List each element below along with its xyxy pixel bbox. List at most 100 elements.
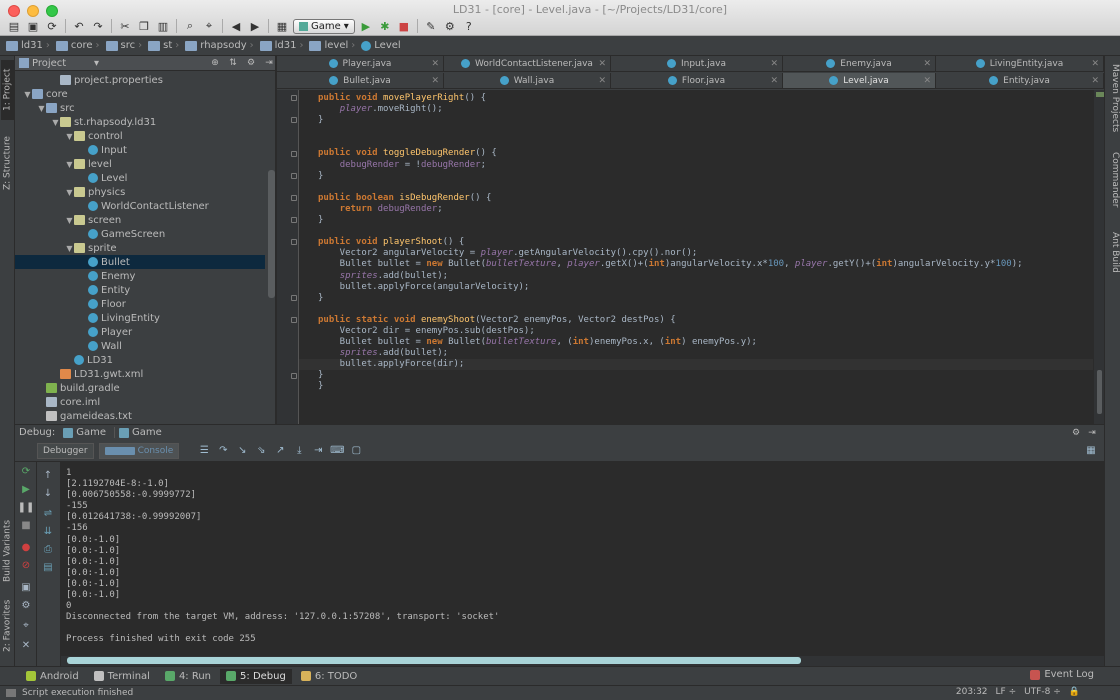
breadcrumb-item[interactable]: rhapsody › — [183, 40, 255, 51]
scroll-to-end-icon[interactable]: ⇊ — [41, 524, 55, 538]
tree-item[interactable]: ▼ src — [15, 101, 265, 115]
lock-icon[interactable]: 🔒 — [1069, 687, 1080, 697]
stop-icon[interactable]: ■ — [19, 518, 33, 532]
close-icon[interactable]: ✕ — [1091, 59, 1099, 69]
close-icon[interactable]: ✕ — [770, 59, 778, 69]
tree-item[interactable]: LD31.gwt.xml — [15, 367, 265, 381]
sync-icon[interactable]: ⟳ — [44, 18, 60, 34]
side-tab-commander[interactable]: Commander — [1107, 152, 1120, 212]
fold-marker-icon[interactable] — [291, 217, 297, 224]
stop-icon[interactable]: ■ — [396, 18, 412, 34]
tree-item[interactable]: WorldContactListener — [15, 199, 265, 213]
side-tab-maven[interactable]: Maven Projects — [1107, 64, 1120, 134]
editor-tab[interactable]: Entity.java ✕ — [936, 73, 1104, 89]
forward-icon[interactable]: ▶ — [247, 18, 263, 34]
tree-scrollbar[interactable] — [268, 170, 275, 298]
breadcrumb-item[interactable]: core › — [54, 40, 102, 51]
editor-tab[interactable]: LivingEntity.java ✕ — [936, 56, 1104, 72]
tree-item[interactable]: GameScreen — [15, 227, 265, 241]
breadcrumb-item[interactable]: ld31 › — [4, 40, 52, 51]
side-tab-ant-build[interactable]: Ant Build — [1107, 232, 1120, 282]
force-step-into-icon[interactable]: ⇘ — [254, 444, 268, 458]
run-icon[interactable]: ▶ — [358, 18, 374, 34]
editor-tab[interactable]: Level.java ✕ — [783, 73, 936, 89]
restore-layout-icon[interactable]: ▦ — [1084, 444, 1098, 458]
fold-marker-icon[interactable] — [291, 239, 297, 246]
tree-item[interactable]: ▼ sprite — [15, 241, 265, 255]
down-arrow-icon[interactable]: ↓ — [41, 486, 55, 500]
tree-item[interactable]: project.properties — [15, 73, 265, 87]
clear-all-icon[interactable]: ▤ — [41, 560, 55, 574]
tree-item[interactable]: Enemy — [15, 269, 265, 283]
tab-console[interactable]: Console — [98, 442, 180, 459]
step-into-icon[interactable]: ↘ — [235, 444, 249, 458]
close-icon[interactable]: ✕ — [598, 76, 606, 86]
tree-item[interactable]: Bullet — [15, 255, 265, 269]
watches-icon[interactable]: ▢ — [349, 444, 363, 458]
expand-arrow-icon[interactable]: ▼ — [51, 118, 60, 127]
fold-marker-icon[interactable] — [291, 117, 297, 124]
soft-wrap-icon[interactable]: ⇌ — [41, 506, 55, 520]
get-thread-dump-icon[interactable]: ▣ — [19, 580, 33, 594]
debug-session-tab[interactable]: Game — [114, 427, 166, 438]
paste-icon[interactable]: ▥ — [155, 18, 171, 34]
project-view-select[interactable]: Project ▾ — [19, 58, 99, 69]
console-scrollbar[interactable] — [61, 656, 1104, 666]
tree-item[interactable]: Entity — [15, 283, 265, 297]
close-icon[interactable]: ✕ — [598, 59, 606, 69]
tree-item[interactable]: core.iml — [15, 395, 265, 409]
tree-item[interactable]: Level — [15, 171, 265, 185]
back-icon[interactable]: ◀ — [228, 18, 244, 34]
sdk-icon[interactable]: ⚙ — [442, 18, 458, 34]
up-arrow-icon[interactable]: ↑ — [41, 468, 55, 482]
undo-icon[interactable]: ↶ — [71, 18, 87, 34]
copy-icon[interactable]: ❐ — [136, 18, 152, 34]
side-tab-project[interactable]: 1: Project — [1, 60, 14, 120]
editor-tab[interactable]: Wall.java ✕ — [444, 73, 611, 89]
hide-panel-icon[interactable]: ⇥ — [263, 57, 275, 69]
expand-arrow-icon[interactable]: ▼ — [65, 160, 74, 169]
fold-marker-icon[interactable] — [291, 194, 297, 201]
open-icon[interactable]: ▤ — [6, 18, 22, 34]
fold-marker-icon[interactable] — [291, 294, 297, 301]
debug-icon[interactable]: ✱ — [377, 18, 393, 34]
pin-icon[interactable]: ⌖ — [19, 618, 33, 632]
breadcrumb-item[interactable]: src › — [104, 40, 145, 51]
evaluate-icon[interactable]: ⌨ — [330, 444, 344, 458]
replace-icon[interactable]: ⌖ — [201, 18, 217, 34]
close-icon[interactable]: ✕ — [431, 59, 439, 69]
side-tab-structure[interactable]: Z: Structure — [1, 128, 14, 198]
gear-icon[interactable]: ⚙ — [245, 57, 257, 69]
side-tab-favorites[interactable]: 2: Favorites — [1, 596, 14, 656]
fold-marker-icon[interactable] — [291, 150, 297, 157]
tree-item[interactable]: Input — [15, 143, 265, 157]
file-encoding[interactable]: UTF-8 ÷ — [1024, 687, 1061, 697]
fold-marker-icon[interactable] — [291, 317, 297, 323]
tool-window-button[interactable]: 5: Debug — [220, 668, 292, 684]
close-icon[interactable]: ✕ — [19, 638, 33, 652]
line-separator[interactable]: LF ÷ — [996, 687, 1017, 697]
expand-arrow-icon[interactable]: ▼ — [65, 216, 74, 225]
run-to-cursor-icon[interactable]: ⇥ — [311, 444, 325, 458]
fold-marker-icon[interactable] — [291, 95, 297, 101]
tree-item[interactable]: Wall — [15, 339, 265, 353]
settings-icon[interactable]: ⚙ — [19, 598, 33, 612]
console-output[interactable]: 1 [2.1192704E-8:-1.0] [0.006750558:-0.9999… — [61, 462, 1104, 656]
expand-arrow-icon[interactable]: ▼ — [23, 90, 32, 99]
close-icon[interactable]: ✕ — [923, 59, 931, 69]
settings-icon[interactable]: ✎ — [423, 18, 439, 34]
pause-icon[interactable]: ❚❚ — [18, 500, 35, 514]
side-tab-build-variants[interactable]: Build Variants — [1, 516, 14, 586]
editor-tab[interactable]: Bullet.java ✕ — [277, 73, 444, 89]
tree-item[interactable]: ▼ screen — [15, 213, 265, 227]
step-out-icon[interactable]: ↗ — [273, 444, 287, 458]
fold-marker-icon[interactable] — [291, 372, 297, 379]
close-icon[interactable]: ✕ — [770, 76, 778, 86]
tab-debugger[interactable]: Debugger — [37, 442, 94, 459]
save-icon[interactable]: ▣ — [25, 18, 41, 34]
breadcrumb-item[interactable]: Level — [359, 40, 402, 51]
resume-icon[interactable]: ▶ — [19, 482, 33, 496]
expand-arrow-icon[interactable]: ▼ — [65, 244, 74, 253]
close-icon[interactable]: ✕ — [1091, 76, 1099, 86]
editor-scrollbar[interactable] — [1093, 90, 1104, 424]
